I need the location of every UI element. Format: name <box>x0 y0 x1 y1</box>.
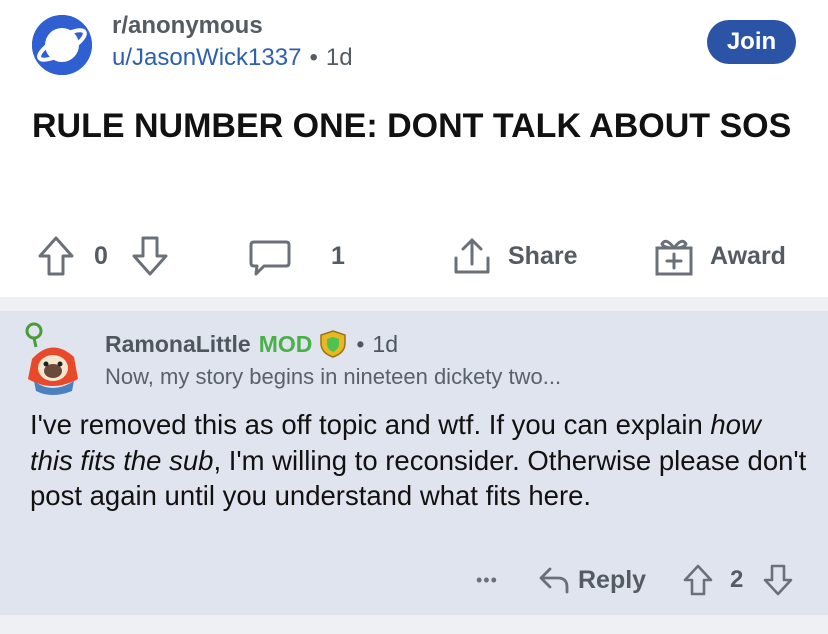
commenter-username[interactable]: RamonaLittle <box>105 331 251 358</box>
downvote-arrow-icon <box>132 236 168 276</box>
upvote-button[interactable] <box>36 226 76 286</box>
bottom-divider <box>0 615 828 634</box>
comment-upvote-arrow-icon <box>683 564 713 596</box>
reply-button[interactable]: Reply <box>538 557 646 603</box>
comment-card: RamonaLittle MOD • 1d Now, my story begi… <box>0 311 828 615</box>
comment-action-bar: ••• Reply 2 <box>0 557 828 603</box>
comment-vote-count: 2 <box>730 566 744 593</box>
commenter-avatar[interactable] <box>22 319 82 397</box>
upvote-arrow-icon <box>38 236 74 276</box>
post-header: r/anonymous u/JasonWick1337 • 1d Join <box>0 0 828 90</box>
post-age: 1d <box>325 44 353 71</box>
comment-body: I've removed this as off topic and wtf. … <box>30 407 810 514</box>
mod-badge: MOD <box>258 330 313 357</box>
post-action-bar: 0 1 Share Award <box>0 226 828 286</box>
award-gift-icon <box>655 239 693 276</box>
comment-count: 1 <box>331 241 345 270</box>
comment-bubble-icon <box>249 240 291 276</box>
post-title[interactable]: RULE NUMBER ONE: DONT TALK ABOUT SOS <box>32 104 792 148</box>
comments-button[interactable] <box>248 226 292 286</box>
post-meta: u/JasonWick1337 • 1d <box>112 44 353 72</box>
post-vote-count: 0 <box>94 241 108 270</box>
comment-body-text-1: I've removed this as off topic and wtf. … <box>30 409 711 440</box>
reply-label: Reply <box>578 565 647 594</box>
comment-age: 1d <box>372 330 399 357</box>
commenter-line: RamonaLittle MOD • 1d <box>105 329 398 359</box>
comment-meta-separator: • <box>356 330 365 357</box>
downvote-button[interactable] <box>130 226 170 286</box>
mod-shield-icon <box>320 330 347 358</box>
share-button[interactable]: Share <box>450 226 577 286</box>
comment-downvote-button[interactable] <box>762 557 794 603</box>
section-divider <box>0 297 828 311</box>
award-label: Award <box>710 241 786 270</box>
comment-upvote-button[interactable] <box>682 557 714 603</box>
award-button[interactable]: Award <box>652 226 786 286</box>
join-button[interactable]: Join <box>707 20 796 64</box>
share-label: Share <box>508 241 578 270</box>
reply-arrow-icon <box>539 567 569 594</box>
meta-separator: • <box>309 44 318 71</box>
subreddit-name[interactable]: r/anonymous <box>112 12 263 40</box>
post-author-link[interactable]: u/JasonWick1337 <box>112 44 301 71</box>
comment-downvote-arrow-icon <box>763 564 793 596</box>
share-icon <box>454 238 490 274</box>
more-options-button[interactable]: ••• <box>476 557 498 603</box>
user-flair: Now, my story begins in nineteen dickety… <box>105 364 562 389</box>
subreddit-avatar-icon[interactable] <box>32 15 92 75</box>
